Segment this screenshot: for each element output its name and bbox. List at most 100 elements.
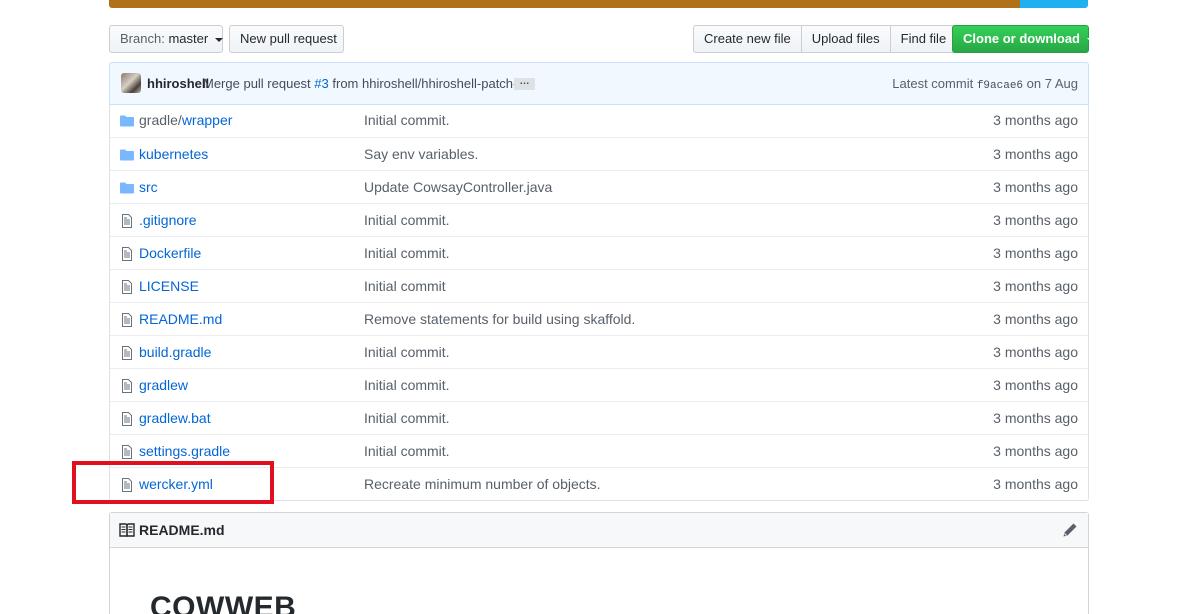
file-icon	[122, 247, 132, 261]
file-name-link[interactable]: gradlew	[139, 377, 188, 393]
branch-prefix: Branch:	[120, 31, 165, 46]
language-bar-other	[1020, 0, 1088, 8]
file-row: gradlew Initial commit. 3 months ago	[110, 368, 1088, 401]
language-bar	[109, 0, 1088, 8]
file-name: gradlew.bat	[139, 410, 211, 426]
commit-age: 3 months ago	[993, 377, 1078, 393]
commit-message-link[interactable]: Initial commit.	[364, 377, 450, 393]
file-name-link[interactable]: kubernetes	[139, 146, 208, 162]
file-name: gradlew	[139, 377, 189, 393]
commit-message-link[interactable]: Initial commit.	[364, 112, 450, 128]
new-pull-request-button[interactable]: New pull request	[229, 25, 344, 53]
commit-age: 3 months ago	[993, 212, 1078, 228]
commit-message-link[interactable]: Initial commit.	[364, 212, 450, 228]
file-row: gradlew.bat Initial commit. 3 months ago	[110, 401, 1088, 434]
file-name: .gitignore	[139, 212, 197, 228]
file-row: .gitignore Initial commit. 3 months ago	[110, 203, 1088, 236]
commit-author[interactable]: hhiroshell	[147, 76, 209, 91]
file-name-link[interactable]: gradlew.bat	[139, 410, 211, 426]
file-name-link[interactable]: LICENSE	[139, 278, 199, 294]
commit-message-suffix: from hhiroshell/hhiroshell-patch-1	[332, 76, 525, 91]
commit-age: 3 months ago	[993, 112, 1078, 128]
avatar[interactable]	[121, 73, 141, 93]
pull-request-link[interactable]: #3	[314, 76, 328, 91]
file-name-link[interactable]: gradle/wrapper	[139, 112, 232, 128]
pencil-icon[interactable]	[1062, 522, 1078, 538]
file-row: wercker.yml Recreate minimum number of ob…	[110, 467, 1088, 500]
file-row: settings.gradle Initial commit. 3 months a…	[110, 434, 1088, 467]
clone-or-download-label: Clone or download	[963, 31, 1080, 46]
file-name-link[interactable]: README.md	[139, 311, 222, 327]
commit-age: 3 months ago	[993, 179, 1078, 195]
folder-icon	[120, 149, 134, 161]
file-list: gradle/wrapper Initial commit. 3 months ag…	[109, 104, 1089, 501]
create-new-file-button[interactable]: Create new file	[693, 25, 802, 53]
file-row: LICENSE Initial commit 3 months ago	[110, 269, 1088, 302]
language-bar-java	[109, 0, 1020, 8]
file-icon	[122, 412, 132, 426]
folder-icon	[120, 115, 134, 127]
file-name-link[interactable]: src	[139, 179, 158, 195]
commit-message-link[interactable]: Initial commit	[364, 278, 446, 294]
file-icon	[122, 379, 132, 393]
commit-message-link[interactable]: Initial commit.	[364, 443, 450, 459]
file-name-link[interactable]: .gitignore	[139, 212, 197, 228]
upload-files-button[interactable]: Upload files	[800, 25, 891, 53]
readme-title: README.md	[139, 522, 225, 538]
commit-age: 3 months ago	[993, 245, 1078, 261]
file-name: settings.gradle	[139, 443, 231, 459]
commit-message-link[interactable]: Recreate minimum number of objects.	[364, 476, 601, 492]
readme-heading: COWWEB	[150, 591, 297, 614]
commit-age: 3 months ago	[993, 311, 1078, 327]
file-name-link[interactable]: build.gradle	[139, 344, 211, 360]
commit-message-link[interactable]: Update CowsayController.java	[364, 179, 552, 195]
commit-message-link[interactable]: Say env variables.	[364, 146, 478, 162]
latest-commit-label: Latest commit	[892, 76, 974, 91]
file-actions-group: Create new file Upload files Find file	[693, 25, 958, 53]
commit-message-link[interactable]: Remove statements for build using skaffo…	[364, 311, 635, 327]
readme-header: README.md	[110, 513, 1088, 548]
commit-message-prefix: Merge pull request	[203, 76, 311, 91]
branch-select-button[interactable]: Branch: master	[109, 25, 223, 53]
file-name: wrapper	[181, 112, 233, 128]
commit-sha-link[interactable]: f9acae6	[977, 80, 1023, 92]
commit-message-link[interactable]: Initial commit.	[364, 410, 450, 426]
clone-or-download-button[interactable]: Clone or download	[952, 25, 1095, 53]
latest-commit-info: Latest commit f9acae6 on 7 Aug	[892, 76, 1078, 92]
commit-age: 3 months ago	[993, 410, 1078, 426]
commit-age: 3 months ago	[993, 278, 1078, 294]
file-name: src	[139, 179, 158, 195]
file-row: src Update CowsayController.java 3 months …	[110, 170, 1088, 203]
file-name-link[interactable]: wercker.yml	[139, 476, 213, 492]
file-row: gradle/wrapper Initial commit. 3 months ag…	[110, 104, 1088, 137]
file-icon	[122, 346, 132, 360]
file-row: Dockerfile Initial commit. 3 months ago	[110, 236, 1088, 269]
file-path-prefix: gradle/	[139, 112, 182, 128]
commit-message-link[interactable]: Initial commit.	[364, 245, 450, 261]
commit-message[interactable]: Merge pull request #3 from hhiroshell/hh…	[203, 76, 525, 91]
file-name-link[interactable]: Dockerfile	[139, 245, 201, 261]
file-row: kubernetes Say env variables. 3 months ago	[110, 137, 1088, 170]
file-icon	[122, 313, 132, 327]
expand-commit-message-button[interactable]: …	[514, 77, 535, 90]
commit-age: 3 months ago	[993, 344, 1078, 360]
commit-age: 3 months ago	[993, 443, 1078, 459]
commit-date: on 7 Aug	[1026, 76, 1078, 91]
file-name: LICENSE	[139, 278, 199, 294]
latest-commit-bar: hhiroshell Merge pull request #3 from hh…	[109, 62, 1089, 105]
commit-age: 3 months ago	[993, 476, 1078, 492]
file-icon	[122, 214, 132, 228]
find-file-button[interactable]: Find file	[889, 25, 958, 53]
branch-name: master	[168, 31, 209, 46]
file-icon	[122, 478, 132, 492]
file-icon	[122, 445, 132, 459]
file-row: README.md Remove statements for build usi…	[110, 302, 1088, 335]
file-icon	[122, 280, 132, 294]
file-name: wercker.yml	[139, 476, 213, 492]
file-name-link[interactable]: settings.gradle	[139, 443, 230, 459]
book-icon	[119, 523, 135, 537]
chevron-down-icon	[214, 37, 223, 42]
chevron-down-icon	[1086, 37, 1095, 42]
file-name: README.md	[139, 311, 223, 327]
commit-message-link[interactable]: Initial commit.	[364, 344, 450, 360]
